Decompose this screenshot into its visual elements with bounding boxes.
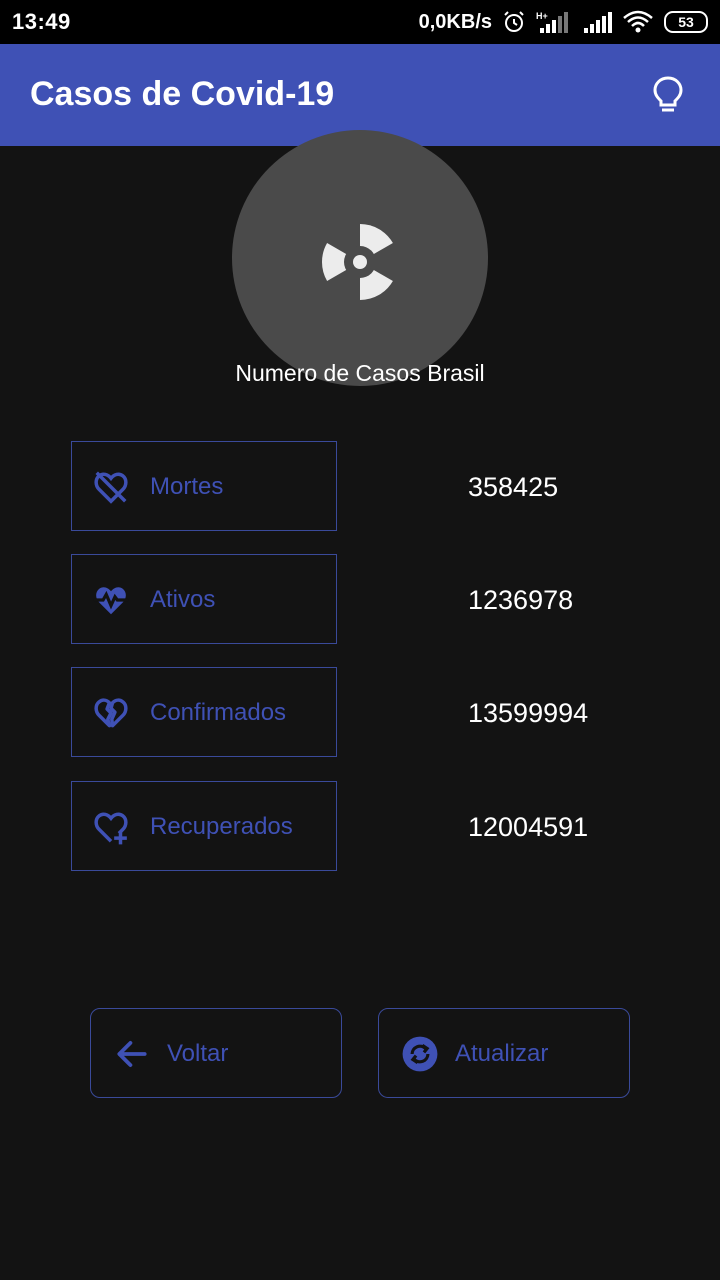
stat-button-confirmados[interactable]: Confirmados bbox=[71, 667, 337, 757]
radiation-icon bbox=[321, 223, 393, 300]
heart-pulse-icon bbox=[93, 587, 129, 615]
stat-value-confirmados: 13599994 bbox=[468, 698, 589, 728]
stat-button-ativos[interactable]: Ativos bbox=[71, 554, 337, 644]
alarm-icon bbox=[504, 11, 524, 32]
back-button[interactable]: Voltar bbox=[90, 1008, 342, 1098]
battery-level: 53 bbox=[678, 14, 694, 30]
heart-plus-icon bbox=[94, 812, 128, 845]
stat-button-mortes[interactable]: Mortes bbox=[71, 441, 337, 531]
signal-h-plus-icon: H+ bbox=[536, 11, 568, 33]
stat-value-ativos: 1236978 bbox=[468, 585, 574, 615]
svg-text:H+: H+ bbox=[536, 11, 548, 21]
back-button-label: Voltar bbox=[167, 1040, 229, 1067]
refresh-button-label: Atualizar bbox=[455, 1040, 549, 1067]
stat-value-mortes: 358425 bbox=[468, 472, 559, 502]
stat-label: Ativos bbox=[150, 586, 216, 613]
heart-off-icon bbox=[94, 471, 128, 504]
heart-broken-icon bbox=[94, 698, 128, 728]
wifi-icon bbox=[623, 10, 653, 33]
stat-value-recuperados: 12004591 bbox=[468, 812, 589, 842]
battery-icon: 53 bbox=[664, 11, 708, 33]
hero-caption: Numero de Casos Brasil bbox=[235, 360, 485, 386]
stat-label: Confirmados bbox=[150, 699, 287, 726]
stat-button-recuperados[interactable]: Recuperados bbox=[71, 781, 337, 871]
network-speed: 0,0KB/s bbox=[418, 10, 492, 33]
stat-label: Recuperados bbox=[150, 813, 293, 840]
refresh-button[interactable]: Atualizar bbox=[378, 1008, 630, 1098]
refresh-icon bbox=[402, 1036, 438, 1072]
signal-icon bbox=[584, 12, 612, 33]
arrow-left-icon bbox=[117, 1041, 147, 1067]
status-icons: 0,0KB/s H+ 53 bbox=[419, 8, 708, 36]
app-title: Casos de Covid-19 bbox=[30, 75, 335, 113]
status-bar: 13:49 0,0KB/s H+ 53 bbox=[0, 0, 720, 44]
status-time: 13:49 bbox=[12, 9, 71, 34]
lightbulb-icon[interactable] bbox=[650, 75, 686, 115]
stat-label: Mortes bbox=[150, 473, 224, 500]
